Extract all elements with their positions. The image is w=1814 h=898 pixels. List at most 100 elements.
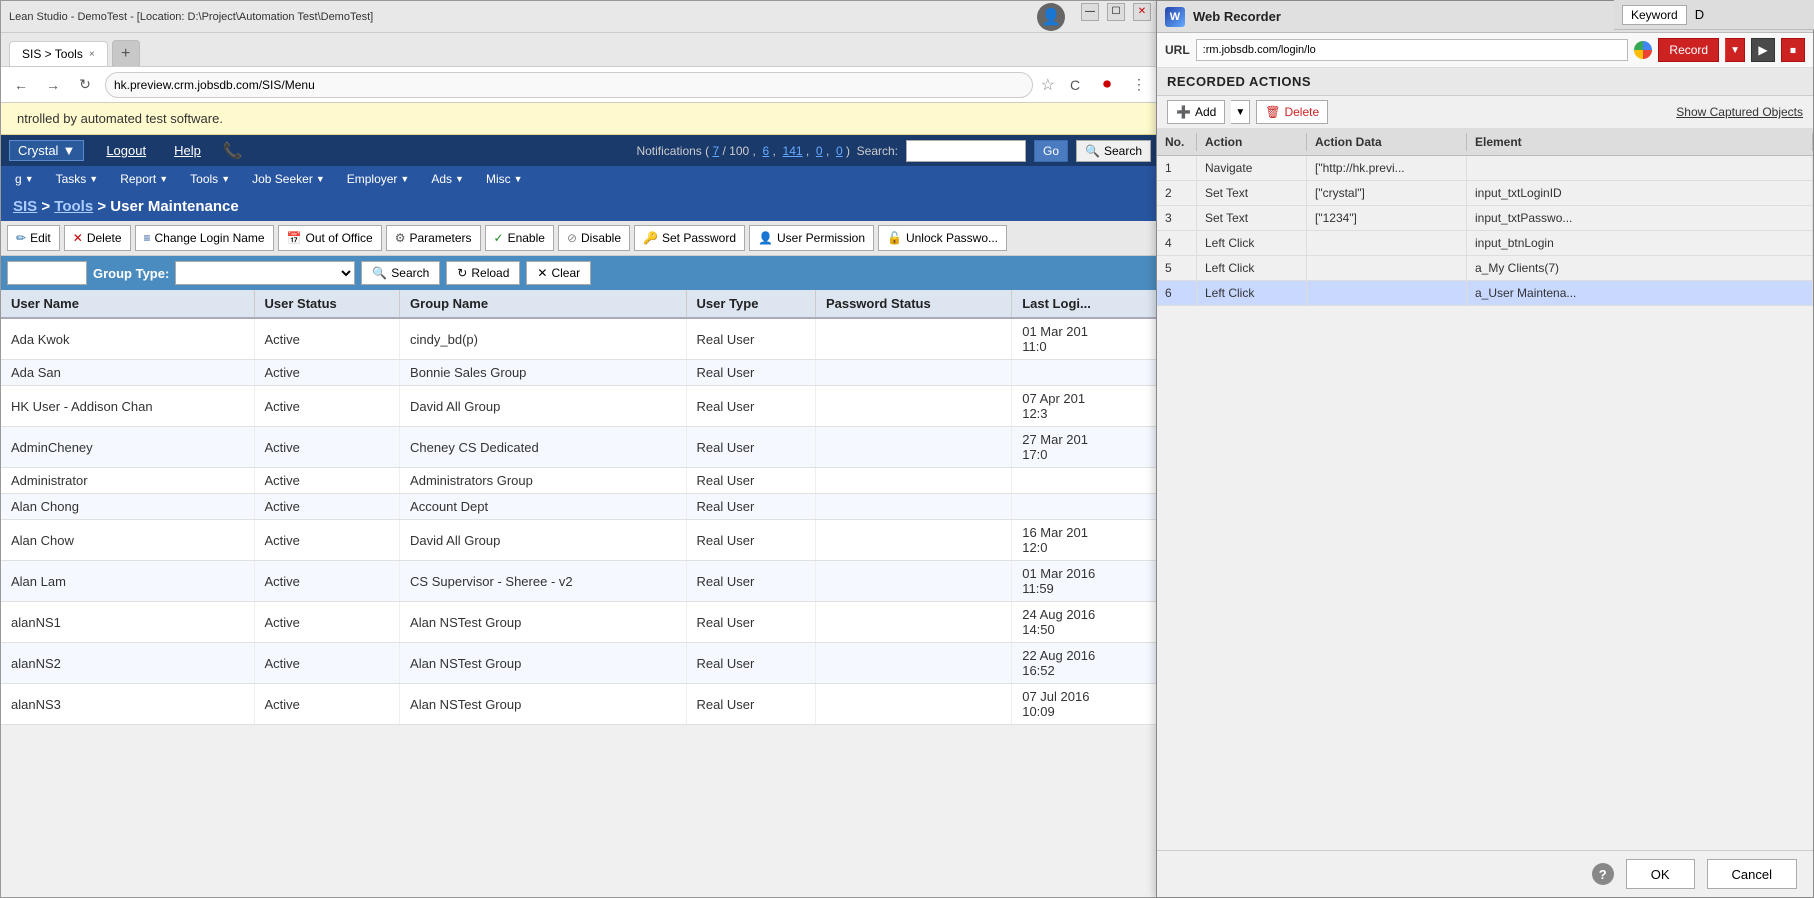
action-row[interactable]: 1Navigate["http://hk.previ... [1157,156,1813,181]
page-content: ntrolled by automated test software. Cry… [1,103,1159,725]
group-type-select[interactable] [175,261,355,285]
user-permission-button[interactable]: 👤 User Permission [749,225,874,251]
notif-link-0a[interactable]: 0 [816,144,823,158]
table-row[interactable]: alanNS3ActiveAlan NSTest GroupReal User0… [1,684,1159,725]
close-btn[interactable]: ✕ [1133,3,1151,21]
menu-tasks[interactable]: Tasks▼ [46,168,109,190]
show-captured-objects-link[interactable]: Show Captured Objects [1676,105,1803,119]
reload-button[interactable]: ↻ Reload [446,261,520,285]
back-btn[interactable]: ← [9,73,33,97]
phone-icon: 📞 [223,141,243,161]
clear-button[interactable]: ✕ Clear [526,261,591,285]
outofoffice-icon: 📅 [287,231,302,245]
out-of-office-button[interactable]: 📅 Out of Office [278,225,382,251]
nav-search-button[interactable]: 🔍 Search [1076,140,1151,162]
col-status: User Status [254,290,400,318]
table-row[interactable]: Ada SanActiveBonnie Sales GroupReal User [1,360,1159,386]
nav-help[interactable]: Help [168,139,207,162]
nav-logout[interactable]: Logout [100,139,152,162]
add-action-dropdown[interactable]: ▼ [1231,100,1250,124]
notifications-text: Notifications ( 7 / 100 , 6 , 141 , 0 , … [636,144,898,158]
tab-close-btn[interactable]: × [89,49,95,60]
reload-btn[interactable]: ↻ [73,73,97,97]
set-password-button[interactable]: 🔑 Set Password [634,225,745,251]
new-tab-btn[interactable]: + [112,40,140,66]
play-button[interactable]: ▶ [1751,38,1775,62]
recorded-actions-header: RECORDED ACTIONS [1157,68,1813,96]
help-icon[interactable]: ? [1592,863,1614,885]
data-table-container: User Name User Status Group Name User Ty… [1,290,1159,725]
forward-btn[interactable]: → [41,73,65,97]
notif-link-6[interactable]: 6 [763,144,770,158]
reload-icon: ↻ [457,266,467,280]
table-row[interactable]: Alan LamActiveCS Supervisor - Sheree - v… [1,561,1159,602]
action-row[interactable]: 2Set Text["crystal"]input_txtLoginID [1157,181,1813,206]
delete-button[interactable]: ✕ Delete [64,225,131,251]
ok-button[interactable]: OK [1626,859,1695,889]
parameters-button[interactable]: ⚙ Parameters [386,225,481,251]
menu-misc[interactable]: Misc▼ [476,168,533,190]
maximize-btn[interactable]: ☐ [1107,3,1125,21]
filter-bar: Group Type: 🔍 Search ↻ Reload ✕ Clear [1,256,1159,290]
breadcrumb-sis[interactable]: SIS [13,198,37,215]
table-row[interactable]: alanNS2ActiveAlan NSTest GroupReal User2… [1,643,1159,684]
record-dropdown-btn[interactable]: ▼ [1725,38,1745,62]
menu-employer[interactable]: Employer▼ [337,168,420,190]
nav-search-input[interactable] [906,140,1026,162]
menu-btn[interactable]: ⋮ [1127,73,1151,97]
profile-icon[interactable]: 👤 [1037,3,1065,31]
action-row[interactable]: 5Left Clicka_My Clients(7) [1157,256,1813,281]
notif-link-0b[interactable]: 0 [836,144,843,158]
menu-tools[interactable]: Tools▼ [180,168,240,190]
cancel-button[interactable]: Cancel [1707,859,1797,889]
breadcrumb-tools[interactable]: Tools [54,198,93,215]
keyword-btn[interactable]: Keyword [1622,5,1687,25]
table-row[interactable]: AdminCheneyActiveCheney CS DedicatedReal… [1,427,1159,468]
disable-button[interactable]: ⊘ Disable [558,225,630,251]
delete-action-button[interactable]: 🗑 Delete [1256,100,1328,124]
taskbar-d-label: D [1695,7,1704,22]
action-row[interactable]: 3Set Text["1234"]input_txtPasswo... [1157,206,1813,231]
stop-button[interactable]: ⏹ [1781,38,1805,62]
col-action-data: Action Data [1307,133,1467,151]
table-row[interactable]: Alan ChowActiveDavid All GroupReal User1… [1,520,1159,561]
active-tab[interactable]: SIS > Tools × [9,41,108,66]
tab-label: SIS > Tools [22,47,83,61]
extension-btn[interactable]: C [1063,73,1087,97]
lang-label: Crystal [18,143,58,158]
table-row[interactable]: alanNS1ActiveAlan NSTest GroupReal User2… [1,602,1159,643]
edit-button[interactable]: ✏ Edit [7,225,60,251]
menu-jobseeker[interactable]: Job Seeker▼ [242,168,335,190]
record-button[interactable]: Record [1658,38,1719,62]
user-table: User Name User Status Group Name User Ty… [1,290,1159,725]
breadcrumb-current: User Maintenance [110,198,238,215]
menu-ads[interactable]: Ads▼ [421,168,474,190]
table-row[interactable]: Alan ChongActiveAccount DeptReal User [1,494,1159,520]
toolbar-menus: g▼ Tasks▼ Report▼ Tools▼ Job Seeker▼ Emp… [1,166,1159,192]
table-row[interactable]: AdministratorActiveAdministrators GroupR… [1,468,1159,494]
search-button[interactable]: 🔍 Search [361,261,440,285]
minimize-btn[interactable]: — [1081,3,1099,21]
go-button[interactable]: Go [1034,140,1068,162]
action-row[interactable]: 6Left Clicka_User Maintena... [1157,281,1813,306]
browser-titlebar: Lean Studio - DemoTest - [Location: D:\P… [1,1,1159,33]
table-row[interactable]: HK User - Addison ChanActiveDavid All Gr… [1,386,1159,427]
unlock-password-button[interactable]: 🔓 Unlock Passwo... [878,225,1007,251]
recorder-url-input[interactable] [1196,39,1629,61]
notif-link-7[interactable]: 7 [712,144,719,158]
enable-icon: ✓ [494,231,504,245]
menu-report[interactable]: Report▼ [110,168,178,190]
enable-button[interactable]: ✓ Enable [485,225,554,251]
action-row[interactable]: 4Left Clickinput_btnLogin [1157,231,1813,256]
change-login-name-button[interactable]: ≡ Change Login Name [135,225,274,251]
menu-g[interactable]: g▼ [5,168,44,190]
edit-icon: ✏ [16,231,26,245]
url-input[interactable] [105,72,1033,98]
bookmark-icon[interactable]: ☆ [1041,75,1055,95]
lang-badge[interactable]: Crystal ▼ [9,140,84,161]
table-row[interactable]: Ada KwokActivecindy_bd(p)Real User01 Mar… [1,318,1159,360]
filter-text-input[interactable] [7,261,87,285]
recorder-url-bar: URL Record ▼ ▶ ⏹ [1157,33,1813,68]
add-action-button[interactable]: ➕ Add [1167,100,1225,124]
notif-link-141[interactable]: 141 [783,144,803,158]
